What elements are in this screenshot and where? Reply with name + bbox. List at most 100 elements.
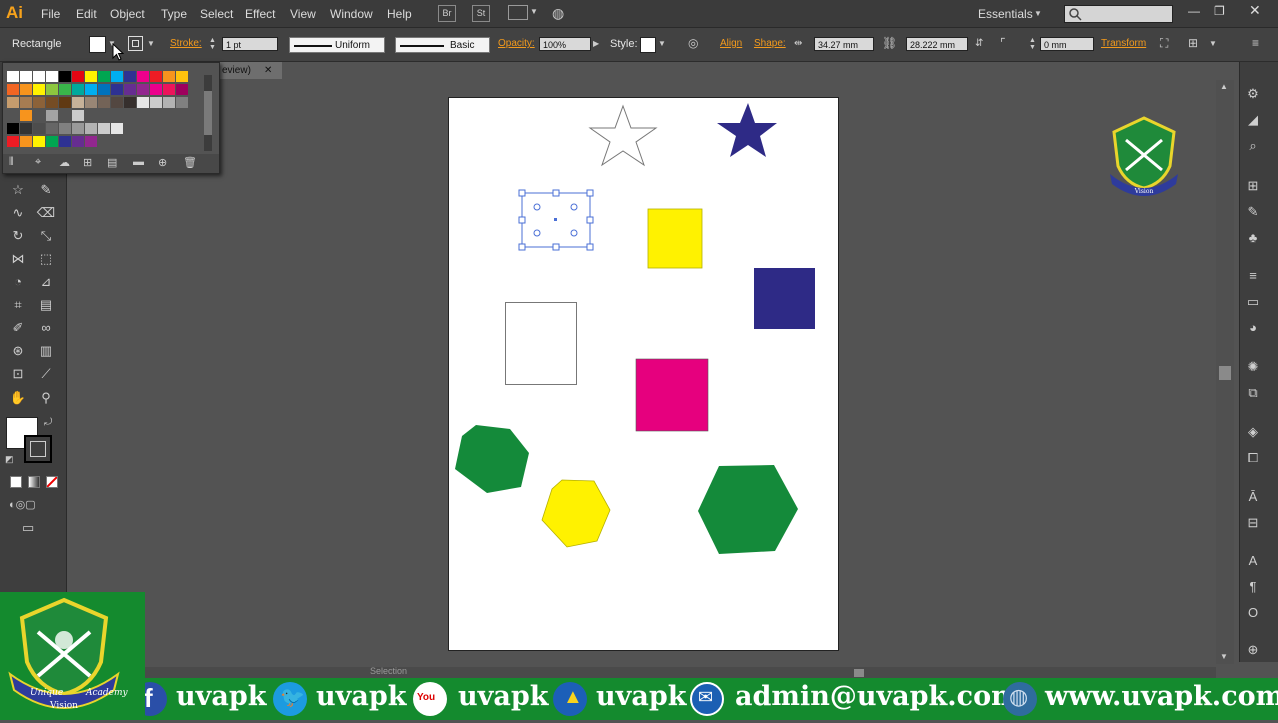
swatch-chip[interactable]: [33, 123, 45, 134]
swap-colors-icon[interactable]: ⤾: [44, 417, 52, 428]
brush-definition[interactable]: Basic: [395, 37, 490, 53]
menu-effect[interactable]: Effect: [245, 7, 275, 21]
graph-tool-icon[interactable]: ▥: [36, 341, 56, 361]
delete-swatch-icon[interactable]: 🗑: [183, 156, 197, 169]
menu-window[interactable]: Window: [330, 7, 373, 21]
maximize-icon[interactable]: ❐: [1214, 4, 1225, 18]
document-tab[interactable]: eview) ✕: [218, 62, 282, 79]
opentype-icon[interactable]: O: [1243, 603, 1263, 623]
swatch-chip[interactable]: [137, 84, 149, 95]
swatch-chip[interactable]: [137, 110, 149, 121]
swatch-chip[interactable]: [46, 110, 58, 121]
swatch-chip[interactable]: [85, 123, 97, 134]
scroll-down-icon[interactable]: ▼: [1220, 652, 1228, 661]
white-rectangle[interactable]: [505, 302, 577, 385]
blend-tool-icon[interactable]: ∞: [36, 318, 56, 338]
shaper-tool-icon[interactable]: ∿: [8, 203, 28, 223]
swatch-chip[interactable]: [59, 123, 71, 134]
cc-libraries-icon[interactable]: ☁: [59, 156, 70, 169]
stepper-icon[interactable]: ▲ ▼: [209, 37, 216, 51]
new-swatch-icon[interactable]: ⊕: [158, 156, 167, 169]
swatch-chip[interactable]: [59, 84, 71, 95]
swatches-dropdown[interactable]: ⫴ ⌖ ☁ ⊞ ▤ ▬ ⊕ 🗑: [2, 62, 220, 174]
swatch-chip[interactable]: [150, 136, 162, 147]
bridge-button[interactable]: Br: [438, 5, 456, 22]
swatch-chip[interactable]: [124, 136, 136, 147]
free-transform-icon[interactable]: ⬚: [36, 249, 56, 269]
swatch-chip[interactable]: [20, 136, 32, 147]
swatch-chip[interactable]: [98, 71, 110, 82]
swatch-chip[interactable]: [137, 123, 149, 134]
menu-help[interactable]: Help: [387, 7, 412, 21]
corner-radius-field[interactable]: 0 mm: [1040, 37, 1094, 51]
chevron-down-icon[interactable]: ▼: [530, 7, 538, 16]
menu-edit[interactable]: Edit: [76, 7, 97, 21]
navy-star[interactable]: [717, 103, 777, 157]
gradient-panel-icon[interactable]: ▭: [1243, 292, 1263, 312]
swatch-chip[interactable]: [59, 110, 71, 121]
artboard-tool-icon[interactable]: ⊡: [8, 364, 28, 384]
paragraph-icon[interactable]: ¶: [1243, 577, 1263, 597]
opacity-field[interactable]: 100%: [539, 37, 591, 51]
fill-swatch[interactable]: [89, 36, 106, 53]
swatch-chip[interactable]: [176, 97, 188, 108]
swatch-chip[interactable]: [85, 71, 97, 82]
search-input[interactable]: [1064, 5, 1173, 23]
default-colors-icon[interactable]: ◩: [5, 454, 14, 465]
new-group-icon[interactable]: ▬: [133, 156, 144, 168]
type-icon[interactable]: A: [1243, 551, 1263, 571]
swatch-chip[interactable]: [85, 136, 97, 147]
swatch-chip[interactable]: [33, 97, 45, 108]
swatch-chip[interactable]: [85, 97, 97, 108]
swatch-chip[interactable]: [150, 71, 162, 82]
panel-menu-icon[interactable]: ≡: [1252, 36, 1259, 50]
character-icon[interactable]: Ā: [1243, 487, 1263, 507]
stroke-label[interactable]: Stroke:: [170, 38, 202, 49]
swatch-chip[interactable]: [72, 136, 84, 147]
swatch-chip[interactable]: [111, 84, 123, 95]
layers-icon[interactable]: ◈: [1243, 422, 1263, 442]
constrain-link-icon[interactable]: ⛓: [882, 36, 897, 50]
swatch-options-icon[interactable]: ⊞: [83, 156, 92, 169]
transparency-icon[interactable]: ◕: [1243, 318, 1263, 338]
graphic-styles-icon[interactable]: ⧉: [1243, 383, 1263, 403]
swatch-chip[interactable]: [111, 71, 123, 82]
swatch-grid[interactable]: [7, 71, 195, 159]
paintbrush-tool-icon[interactable]: ✎: [36, 180, 56, 200]
swatch-chip[interactable]: [46, 136, 58, 147]
swatch-chip[interactable]: [163, 84, 175, 95]
vertical-scroll-thumb[interactable]: [1219, 366, 1231, 380]
green-hexagon-small[interactable]: [455, 425, 529, 493]
chevron-down-icon[interactable]: ▼: [1034, 9, 1042, 18]
show-kinds-icon[interactable]: ⌖: [35, 156, 41, 169]
swatch-scrollbar[interactable]: [204, 75, 212, 151]
swatch-chip[interactable]: [124, 123, 136, 134]
stepper-icon[interactable]: ▲ ▼: [1029, 37, 1036, 51]
stroke-weight-field[interactable]: 1 pt: [222, 37, 278, 51]
swatch-chip[interactable]: [176, 123, 188, 134]
swatch-chip[interactable]: [72, 123, 84, 134]
mesh-tool-icon[interactable]: ⌗: [8, 295, 28, 315]
swatch-chip[interactable]: [137, 71, 149, 82]
swatch-chip[interactable]: [150, 110, 162, 121]
align-panel-icon[interactable]: ⊟: [1243, 513, 1263, 533]
menu-select[interactable]: Select: [200, 7, 233, 21]
draw-mode-icon[interactable]: ◐◎▢: [9, 498, 36, 511]
swatch-chip[interactable]: [46, 84, 58, 95]
swatch-chip[interactable]: [176, 136, 188, 147]
swatch-chip[interactable]: [59, 97, 71, 108]
stroke-color-box[interactable]: [24, 435, 52, 463]
screen-mode-icon[interactable]: ▭: [22, 520, 34, 536]
swatch-chip[interactable]: [150, 123, 162, 134]
shape-link[interactable]: Shape:: [754, 38, 786, 49]
status-mode[interactable]: Selection: [370, 666, 407, 676]
swatch-chip[interactable]: [72, 84, 84, 95]
gradient-mode-icon[interactable]: [28, 476, 40, 488]
navy-square[interactable]: [754, 268, 815, 329]
swatch-chip[interactable]: [111, 97, 123, 108]
hand-tool-icon[interactable]: ✋: [8, 388, 28, 408]
swatch-chip[interactable]: [20, 71, 32, 82]
height-field[interactable]: 28.222 mm: [906, 37, 968, 51]
transform-link[interactable]: Transform: [1101, 38, 1146, 49]
none-mode-icon[interactable]: [46, 476, 58, 488]
